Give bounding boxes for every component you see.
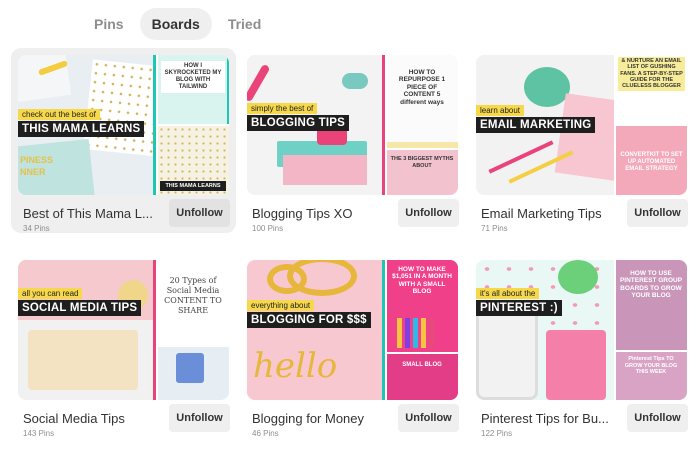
side-top-text: & NURTURE AN EMAIL LIST OF GUSHING FANS.… — [618, 57, 685, 91]
board-title[interactable]: Pinterest Tips for Bu... — [481, 411, 621, 426]
unfollow-button[interactable]: Unfollow — [398, 199, 459, 227]
unfollow-button[interactable]: Unfollow — [398, 404, 459, 432]
cover-small-text: everything about — [247, 300, 315, 311]
side-top-text: HOW I SKYROCKETED MY BLOG WITH TAILWIND — [161, 61, 225, 93]
cover-small-text: simply the best of — [247, 103, 318, 114]
side-top-text: HOW TO MAKE $1,051 IN A MONTH WITH A SMA… — [392, 266, 452, 296]
side-bottom-text: THE 3 BIGGEST MYTHS ABOUT — [390, 156, 454, 169]
cover-big-text: BLOGGING TIPS — [247, 115, 349, 131]
cover-extra-text: hello — [253, 346, 338, 386]
board-title[interactable]: Email Marketing Tips — [481, 206, 621, 221]
board-cover[interactable]: learn about EMAIL MARKETING & NURTURE AN… — [476, 55, 687, 195]
board-card[interactable]: learn about EMAIL MARKETING & NURTURE AN… — [469, 48, 694, 233]
board-cover[interactable]: simply the best of BLOGGING TIPS HOW TO … — [247, 55, 458, 195]
cover-small-text: all you can read — [18, 288, 83, 299]
cover-small-text: it's all about the — [476, 288, 540, 299]
side-bottom-text: THIS MAMA LEARNS — [160, 180, 226, 191]
side-bottom-text: CONVERTKIT TO SET UP AUTOMATED EMAIL STR… — [620, 152, 683, 172]
cover-big-text: THIS MAMA LEARNS — [18, 121, 145, 137]
tab-pins[interactable]: Pins — [82, 8, 136, 40]
board-cover[interactable]: check out the best of THIS MAMA LEARNS P… — [18, 55, 229, 195]
side-bottom-text: Pinterest Tips TO GROW YOUR BLOG THIS WE… — [624, 356, 678, 376]
unfollow-button[interactable]: Unfollow — [627, 199, 688, 227]
cover-big-text: BLOGGING FOR $$$ — [247, 312, 371, 328]
cover-big-text: SOCIAL MEDIA TIPS — [18, 300, 142, 316]
unfollow-button[interactable]: Unfollow — [169, 404, 230, 432]
board-title[interactable]: Best of This Mama L... — [23, 206, 163, 221]
board-pin-count: 122 Pins — [481, 429, 513, 438]
cover-small-text: check out the best of — [18, 109, 100, 120]
cover-big-text: EMAIL MARKETING — [476, 117, 596, 133]
board-pin-count: 143 Pins — [23, 429, 55, 438]
board-title[interactable]: Blogging for Money — [252, 411, 392, 426]
board-tabs: Pins Boards Tried — [82, 8, 273, 40]
board-card[interactable]: everything about BLOGGING FOR $$$ hello … — [240, 253, 465, 438]
unfollow-button[interactable]: Unfollow — [627, 404, 688, 432]
board-title[interactable]: Blogging Tips XO — [252, 206, 392, 221]
side-bottom-text: SMALL BLOG — [402, 362, 442, 368]
board-pin-count: 71 Pins — [481, 224, 508, 233]
board-card[interactable]: it's all about the PINTEREST :) HOW TO U… — [469, 253, 694, 438]
board-cover[interactable]: it's all about the PINTEREST :) HOW TO U… — [476, 260, 687, 400]
board-title[interactable]: Social Media Tips — [23, 411, 163, 426]
board-cover[interactable]: all you can read SOCIAL MEDIA TIPS 20 Ty… — [18, 260, 229, 400]
board-cover[interactable]: everything about BLOGGING FOR $$$ hello … — [247, 260, 458, 400]
side-top-text: HOW TO USE PINTEREST GROUP BOARDS TO GRO… — [619, 270, 683, 300]
unfollow-button[interactable]: Unfollow — [169, 199, 230, 227]
board-card[interactable]: simply the best of BLOGGING TIPS HOW TO … — [240, 48, 465, 233]
board-pin-count: 34 Pins — [23, 224, 50, 233]
side-top-text: HOW TO REPURPOSE 1 PIECE OF CONTENT 5 di… — [398, 69, 446, 106]
board-pin-count: 46 Pins — [252, 429, 279, 438]
side-top-text: 20 Types of Social Media CONTENT TO SHAR… — [164, 276, 222, 315]
board-pin-count: 100 Pins — [252, 224, 284, 233]
tab-tried[interactable]: Tried — [216, 8, 273, 40]
board-card[interactable]: all you can read SOCIAL MEDIA TIPS 20 Ty… — [11, 253, 236, 438]
board-card[interactable]: check out the best of THIS MAMA LEARNS P… — [11, 48, 236, 233]
tab-boards[interactable]: Boards — [139, 8, 212, 40]
cover-extra-text: PINESS NNER — [20, 155, 54, 177]
cover-small-text: learn about — [476, 105, 525, 116]
cover-big-text: PINTEREST :) — [476, 300, 562, 316]
